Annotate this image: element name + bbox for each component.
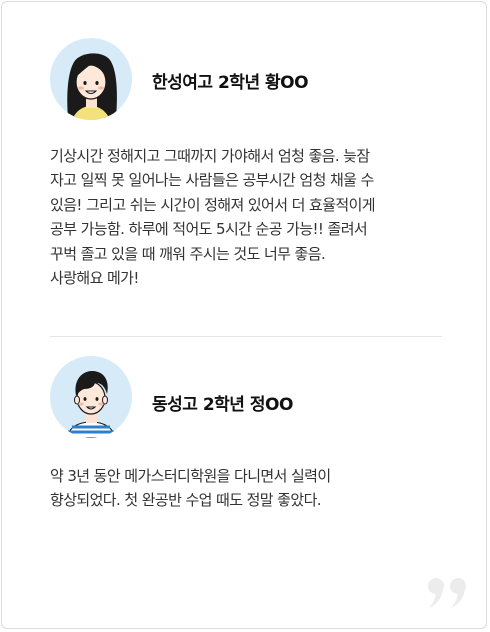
review-card: 한성여고 2학년 황OO 기상시간 정해지고 그때까지 가야해서 엄청 좋음. … (1, 1, 487, 629)
review-text: 약 3년 동안 메가스터디학원을 다니면서 실력이 향상되었다. 첫 완공반 수… (50, 467, 331, 510)
reviewer-name: 한성여고 2학년 황OO (152, 73, 309, 93)
closing-quote-icon (426, 576, 470, 610)
female-student-avatar (50, 38, 132, 120)
review-text: 기상시간 정해지고 그때까지 가야해서 엄청 좋음. 늦잠 자고 일찍 못 일어… (50, 147, 376, 288)
male-student-avatar (50, 356, 132, 438)
divider (50, 336, 442, 337)
reviewer-name: 동성고 2학년 정OO (152, 395, 293, 415)
